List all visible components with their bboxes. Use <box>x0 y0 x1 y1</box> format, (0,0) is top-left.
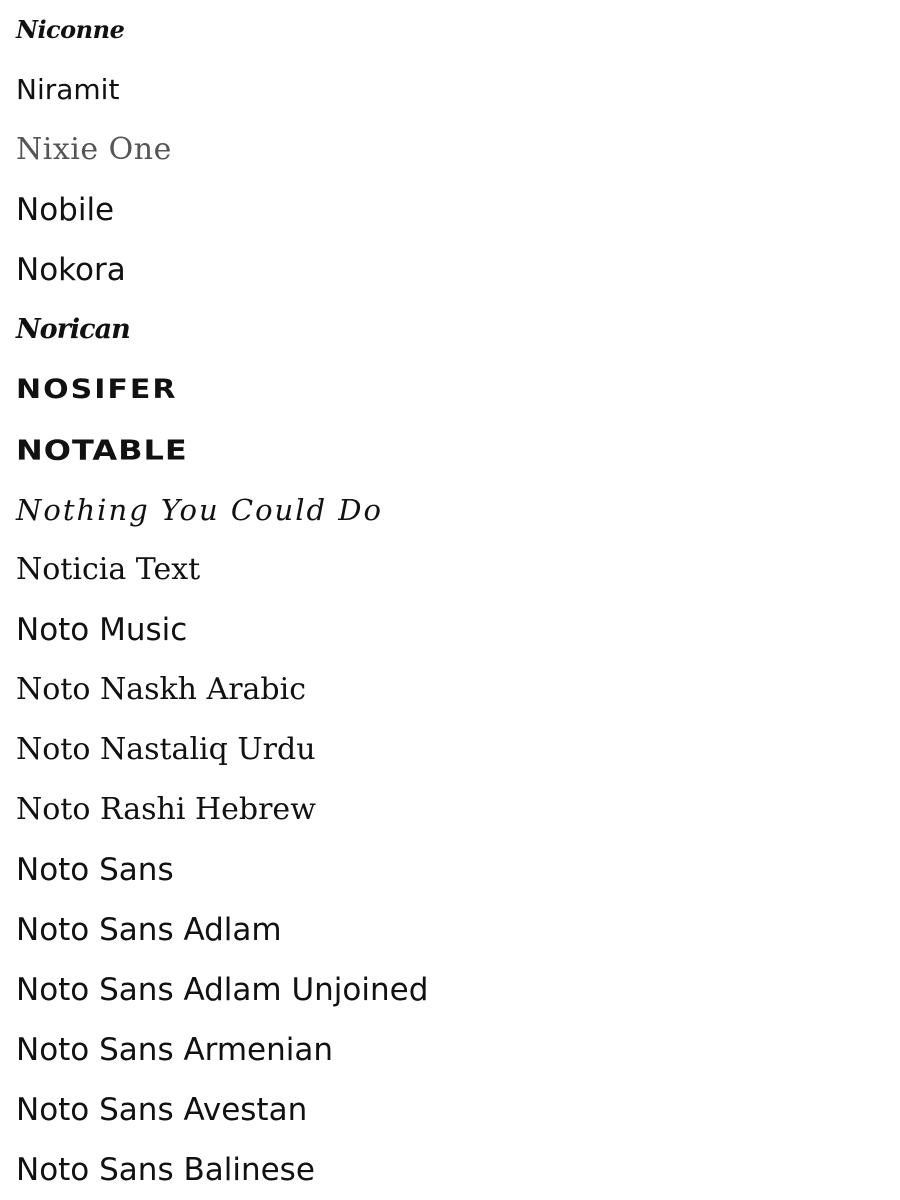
font-label: Noto Sans Balinese <box>16 1152 315 1188</box>
font-label: Noto Sans Armenian <box>16 1032 334 1068</box>
font-item-niconne[interactable]: Niconne <box>16 0 884 60</box>
font-item-noto-music[interactable]: Noto Music <box>16 600 884 660</box>
font-label: NOTABLE <box>16 433 188 467</box>
font-label: Niramit <box>16 73 120 106</box>
font-item-noto-naskh-arabic[interactable]: Noto Naskh Arabic <box>16 660 884 720</box>
font-label: Noto Sans Adlam <box>16 912 282 948</box>
font-item-norican[interactable]: Norican <box>16 300 884 360</box>
font-label: Noticia Text <box>16 552 201 587</box>
font-label: Noto Rashi Hebrew <box>16 792 316 827</box>
font-label: Noto Sans Adlam Unjoined <box>16 972 429 1008</box>
font-label: Noto Naskh Arabic <box>16 672 307 707</box>
font-item-noto-sans-balinese[interactable]: Noto Sans Balinese <box>16 1140 884 1200</box>
font-item-niramit[interactable]: Niramit <box>16 60 884 120</box>
font-label: Noto Music <box>16 612 188 648</box>
font-item-noto-sans-adlam-unjoined[interactable]: Noto Sans Adlam Unjoined <box>16 960 884 1020</box>
font-label: Niconne <box>16 15 125 44</box>
font-item-noto-sans-avestan[interactable]: Noto Sans Avestan <box>16 1080 884 1140</box>
font-item-noto-sans-armenian[interactable]: Noto Sans Armenian <box>16 1020 884 1080</box>
font-item-noto-sans[interactable]: Noto Sans <box>16 840 884 900</box>
font-item-noto-sans-adlam[interactable]: Noto Sans Adlam <box>16 900 884 960</box>
font-item-noto-rashi-hebrew[interactable]: Noto Rashi Hebrew <box>16 780 884 840</box>
font-item-noticia-text[interactable]: Noticia Text <box>16 540 884 600</box>
font-list: Niconne Niramit Nixie One Nobile Nokora … <box>16 0 884 1200</box>
font-item-notable[interactable]: NOTABLE <box>16 420 884 480</box>
font-label: NOSIFER <box>16 373 178 406</box>
font-label: Noto Nastaliq Urdu <box>16 732 316 767</box>
font-label: Noto Sans <box>16 852 174 888</box>
font-item-nothing-you-could-do[interactable]: Nothing You Could Do <box>16 480 884 540</box>
font-label: Norican <box>16 314 131 345</box>
font-item-nokora[interactable]: Nokora <box>16 240 884 300</box>
font-label: Nixie One <box>16 132 172 167</box>
font-label: Nobile <box>16 192 115 228</box>
font-item-noto-nastaliq-urdu[interactable]: Noto Nastaliq Urdu <box>16 720 884 780</box>
font-label: Nokora <box>16 252 126 288</box>
font-label: Noto Sans Avestan <box>16 1092 308 1128</box>
font-label: Nothing You Could Do <box>16 493 383 527</box>
font-item-nobile[interactable]: Nobile <box>16 180 884 240</box>
font-item-nixie-one[interactable]: Nixie One <box>16 120 884 180</box>
font-item-nosifer[interactable]: NOSIFER <box>16 360 884 420</box>
